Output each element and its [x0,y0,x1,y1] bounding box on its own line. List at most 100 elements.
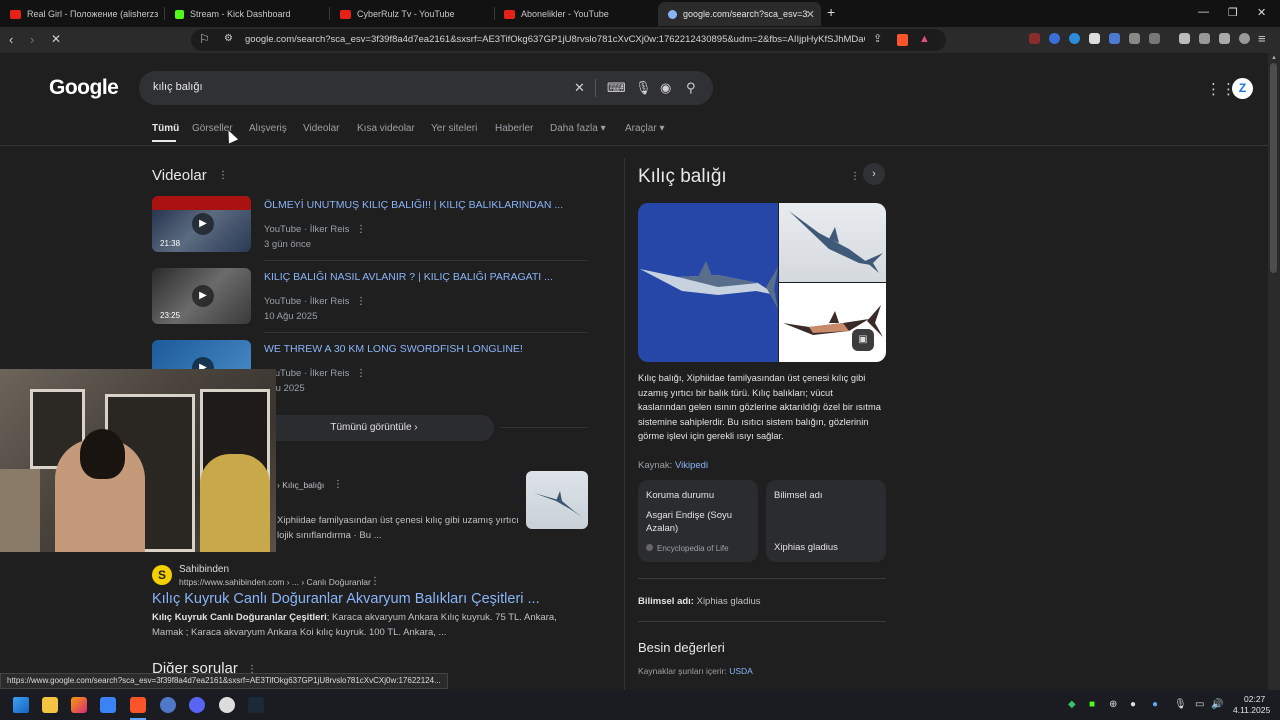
search-input[interactable]: kılıç balığı [153,81,203,93]
display-icon[interactable]: ▭ [1195,699,1204,710]
leo-ai-icon[interactable] [1219,33,1230,44]
vpn-icon[interactable] [1239,33,1250,44]
lens-icon[interactable]: ◉ [660,80,671,96]
discord-icon[interactable] [189,697,205,713]
close-window-button[interactable]: ✕ [1257,6,1266,19]
site-settings-icon[interactable]: ⚙ [224,33,233,44]
browser-tab-active[interactable]: google.com/search?sca_esv=3f3 ✕ [658,2,821,26]
site-favicon[interactable]: S [152,565,172,585]
browser-tab[interactable]: Real Girl - Положение (alisherzз [0,2,163,26]
tray-icon[interactable]: ⊕ [1109,699,1117,710]
more-options-icon[interactable]: ⋮ [356,368,366,379]
more-options-icon[interactable]: ⋮ [356,296,366,307]
app-icon[interactable] [160,697,176,713]
more-options-icon[interactable]: ⋮ [370,576,380,587]
tray-icon[interactable]: ● [1152,699,1158,710]
minimize-button[interactable]: — [1198,6,1209,18]
more-images-icon[interactable]: ▣ [852,329,874,351]
scrollbar-thumb[interactable] [1270,63,1277,273]
google-logo[interactable]: Google [49,76,119,100]
clear-icon[interactable]: ✕ [574,80,585,96]
knowledge-panel-image[interactable] [779,203,886,282]
windows-start-icon[interactable] [13,697,29,713]
brave-rewards-icon[interactable]: ▲ [919,33,930,45]
tray-icon[interactable]: ◆ [1068,699,1076,710]
source-link[interactable]: Vikipedi [675,460,708,471]
back-icon[interactable]: ‹ [9,32,13,47]
usda-link[interactable]: USDA [729,666,753,676]
extension-icon[interactable] [1049,33,1060,44]
extension-icon[interactable] [1029,33,1040,44]
video-title[interactable]: ÖLMEYİ UNUTMUŞ KILIÇ BALIĞI!! | KILIÇ BA… [264,199,563,211]
result-site-name[interactable]: Sahibinden [179,564,229,575]
file-explorer-icon[interactable] [42,697,58,713]
browser-tab[interactable]: CyberRulz Tv - YouTube [330,2,493,26]
more-options-icon[interactable]: ⋮ [850,171,860,182]
puzzle-icon[interactable] [1129,33,1140,44]
tab-tools[interactable]: Araçlar ▾ [625,123,664,134]
view-all-button[interactable]: Tümünü görüntüle › [254,415,494,441]
chevron-right-icon[interactable]: › [863,163,885,185]
app-icon[interactable] [100,697,116,713]
forward-icon[interactable]: › [30,32,34,47]
clock-time[interactable]: 02:27 [1244,694,1265,704]
search-box[interactable]: kılıç balığı ✕ ⌨ 🎙 ◉ ⚲ [139,71,713,105]
extension-icon[interactable] [1089,33,1100,44]
result-snippet: Kılıç Kuyruk Canlı Doğuranlar Çeşitleri;… [152,612,557,623]
more-options-icon[interactable]: ⋮ [218,170,228,181]
sidebar-icon[interactable] [1179,33,1190,44]
app-icon[interactable] [71,697,87,713]
microphone-icon[interactable]: 🎙 [1174,699,1187,710]
extension-icon[interactable] [1149,33,1160,44]
result-url[interactable]: https://www.sahibinden.com › ... › Canlı… [179,577,371,587]
tab-more[interactable]: Daha fazla ▾ [550,123,606,134]
tab-short-videos[interactable]: Kısa videolar [357,123,415,134]
steam-icon[interactable] [248,697,264,713]
tab-all[interactable]: Tümü [152,123,179,134]
brave-shields-icon[interactable] [897,34,908,46]
divider [638,621,886,622]
keyboard-icon[interactable]: ⌨ [607,80,626,96]
clock-date[interactable]: 4.11.2025 [1233,705,1270,715]
card-value: Asgari Endişe (Soyu [646,510,733,521]
video-title[interactable]: WE THREW A 30 KM LONG SWORDFISH LONGLINE… [264,343,523,355]
scrollbar[interactable]: ▲ [1268,53,1280,690]
tab-shopping[interactable]: Alışveriş [249,123,287,134]
brave-icon[interactable] [130,697,146,713]
tab-videos[interactable]: Videolar [303,123,340,134]
scientific-name-card[interactable]: Bilimsel adı Xiphias gladius [766,480,886,562]
knowledge-panel-image[interactable] [638,203,778,362]
menu-icon[interactable]: ≡ [1258,31,1266,46]
result-thumbnail[interactable] [526,471,588,529]
video-thumbnail[interactable]: ▶ 21:38 [152,196,251,252]
video-title[interactable]: KILIÇ BALIĞI NASIL AVLANIR ? | KILIÇ BAL… [264,271,553,283]
close-tab-icon[interactable]: ✕ [806,8,815,21]
avatar[interactable]: Z [1232,78,1253,99]
wallet-icon[interactable] [1199,33,1210,44]
result-title[interactable]: Kılıç Kuyruk Canlı Doğuranlar Akvaryum B… [152,591,540,607]
browser-tab[interactable]: Abonelikler - YouTube [494,2,657,26]
microphone-icon[interactable]: 🎙 [635,80,652,96]
tab-news[interactable]: Haberler [495,123,533,134]
new-tab-button[interactable]: + [827,4,835,20]
more-options-icon[interactable]: ⋮ [333,479,343,490]
conservation-status-card[interactable]: Koruma durumu Asgari Endişe (Soyu Azalan… [638,480,758,562]
share-icon[interactable]: ⇪ [873,32,882,45]
address-bar[interactable]: ⚐ ⚙ google.com/search?sca_esv=3f39f8a4d7… [191,29,946,51]
volume-icon[interactable]: 🔊 [1211,699,1223,710]
tray-icon[interactable]: ● [1130,699,1136,710]
tray-icon[interactable]: ■ [1089,699,1095,710]
obs-icon[interactable] [219,697,235,713]
url-text[interactable]: google.com/search?sca_esv=3f39f8a4d7ea21… [245,34,865,45]
more-options-icon[interactable]: ⋮ [356,224,366,235]
browser-tab[interactable]: Stream - Kick Dashboard [165,2,328,26]
extension-icon[interactable] [1109,33,1120,44]
video-thumbnail[interactable]: ▶ 23:25 [152,268,251,324]
maximize-button[interactable]: ❐ [1228,6,1238,19]
tab-web[interactable]: Yer siteleri [431,123,477,134]
stop-loading-icon[interactable]: ✕ [51,32,61,46]
search-icon[interactable]: ⚲ [686,80,696,96]
extension-icon[interactable] [1069,33,1080,44]
bookmark-icon[interactable]: ⚐ [199,32,210,46]
snippet-bold: Kılıç Kuyruk Canlı Doğuranlar Çeşitleri [152,612,327,623]
